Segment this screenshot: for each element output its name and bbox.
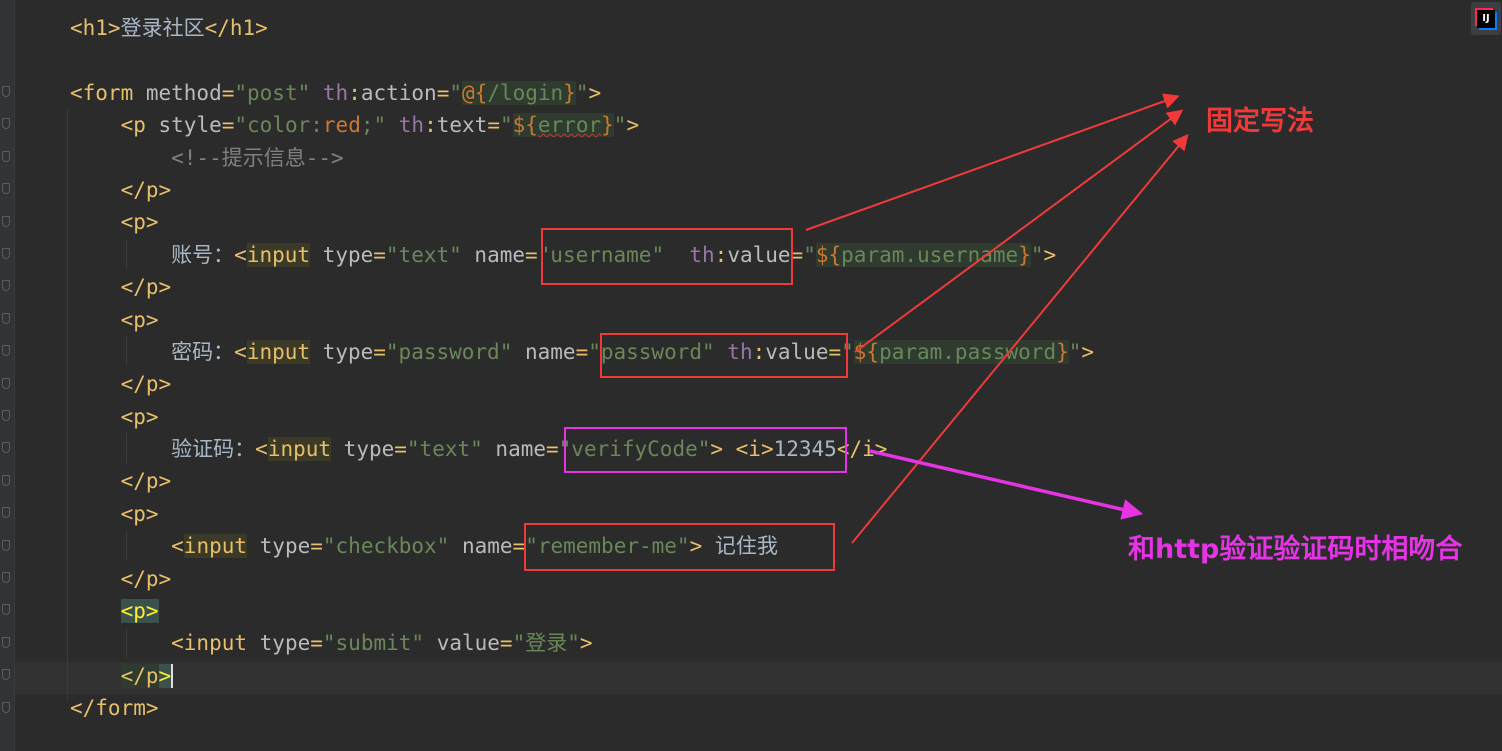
note-http-verify-code: 和http验证验证码时相吻合 [1128, 534, 1463, 565]
arrow-remember-me-to-note [851, 133, 1189, 544]
arrow-verifycode-to-note [869, 449, 1144, 520]
intellij-idea-icon[interactable]: IJ [1471, 2, 1501, 35]
arrow-password-to-note [854, 109, 1184, 353]
arrow-username-to-note [805, 93, 1180, 231]
note-fixed-syntax: 固定写法 [1206, 106, 1314, 137]
